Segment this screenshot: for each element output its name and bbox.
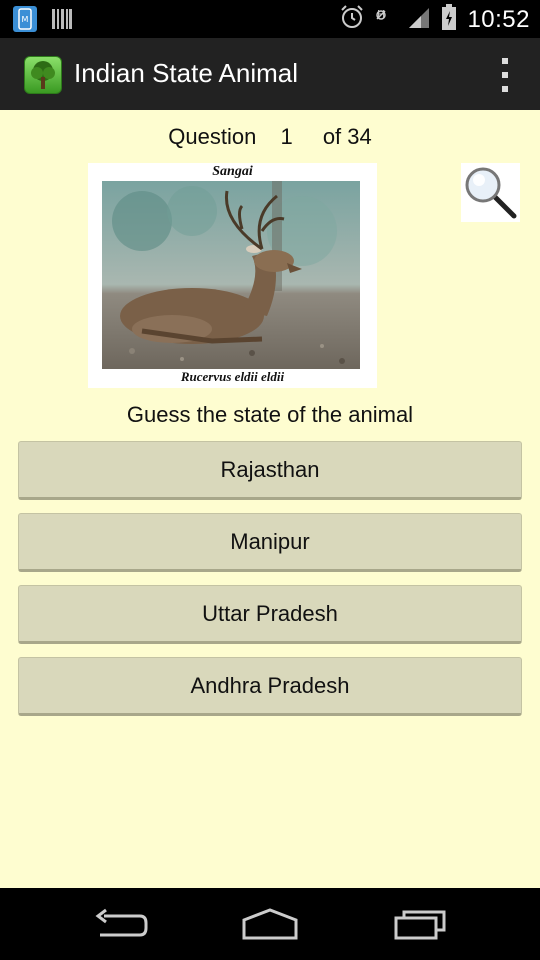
- zoom-button[interactable]: [461, 163, 520, 222]
- back-icon[interactable]: [90, 906, 150, 942]
- scientific-name: Rucervus eldii eldii: [180, 369, 285, 384]
- option-button[interactable]: Manipur: [18, 513, 522, 572]
- question-prompt: Guess the state of the animal: [126, 402, 414, 427]
- status-bar: M H: [0, 0, 540, 38]
- question-total: of 34: [322, 124, 372, 149]
- svg-text:M: M: [22, 15, 29, 24]
- notification-app-icon: M: [12, 5, 38, 38]
- option-button[interactable]: Andhra Pradesh: [18, 657, 522, 716]
- barcode-icon: [52, 7, 72, 36]
- no-signal-h-icon: H: [375, 4, 397, 35]
- overflow-menu-icon[interactable]: [500, 58, 510, 92]
- signal-icon: [407, 4, 431, 35]
- question-number: 1: [280, 124, 293, 149]
- option-button[interactable]: Uttar Pradesh: [18, 585, 522, 644]
- animal-name: Sangai: [212, 164, 253, 179]
- question-label: Question: [168, 124, 257, 149]
- navigation-bar: [0, 888, 540, 960]
- clock: 10:52: [467, 5, 530, 33]
- animal-photo: [102, 181, 360, 369]
- home-icon[interactable]: [240, 906, 300, 942]
- animal-image: Sangai Rucervus eldii eldii: [88, 163, 377, 388]
- battery-icon: [441, 3, 457, 36]
- app-title: Indian State Animal: [74, 58, 299, 88]
- option-button[interactable]: Rajasthan: [18, 441, 522, 500]
- recents-icon[interactable]: [392, 906, 452, 942]
- action-bar: Indian State Animal: [0, 38, 540, 110]
- question-counter: Question 1 of 34: [0, 124, 540, 150]
- alarm-icon: [339, 4, 365, 35]
- tree-icon: [24, 56, 62, 94]
- magnifier-icon: [465, 167, 517, 219]
